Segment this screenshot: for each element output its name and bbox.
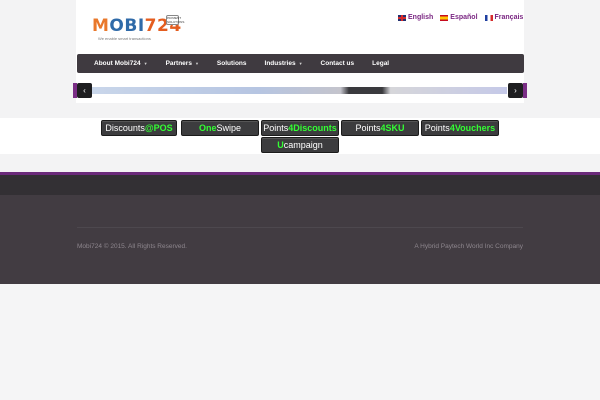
product-text-highlight: @ bbox=[144, 123, 154, 133]
nav-item-solutions[interactable]: Solutions bbox=[208, 60, 256, 67]
language-switcher: English Español Français bbox=[398, 14, 523, 21]
nav-item-legal[interactable]: Legal bbox=[363, 60, 398, 67]
nav-item-label: Legal bbox=[372, 60, 390, 67]
footer-company: A Hybrid Paytech World Inc Company bbox=[414, 243, 523, 250]
product-text-highlight: SKU bbox=[385, 123, 405, 133]
footer-copyright: Mobi724 © 2015. All Rights Reserved. bbox=[77, 243, 187, 250]
product-text: Points bbox=[424, 123, 450, 133]
product-points4vouchers[interactable]: Points4Vouchers bbox=[421, 120, 499, 136]
product-text: Swipe bbox=[216, 123, 242, 133]
nav-item-contact[interactable]: Contact us bbox=[312, 60, 364, 67]
product-text-highlight: Vouchers bbox=[454, 123, 496, 133]
chevron-down-icon: ▼ bbox=[298, 61, 303, 66]
language-spanish[interactable]: Español bbox=[440, 14, 478, 21]
product-text: Points bbox=[263, 123, 289, 133]
slider-next-button[interactable]: › bbox=[508, 83, 523, 98]
slider-prev-button[interactable]: ‹ bbox=[77, 83, 92, 98]
nav-item-label: Industries bbox=[264, 60, 296, 67]
logo-tagline: We enable smart transactions bbox=[98, 36, 151, 41]
nav-item-industries[interactable]: Industries ▼ bbox=[256, 60, 312, 67]
logo-badge: PAYMENT SOLUTIONS bbox=[166, 15, 185, 25]
footer-divider bbox=[77, 227, 523, 228]
language-label: Español bbox=[450, 14, 478, 21]
language-label: Français bbox=[494, 14, 524, 21]
footer bbox=[0, 195, 600, 284]
spain-flag-icon bbox=[440, 14, 449, 21]
product-ucampaign[interactable]: Ucampaign bbox=[261, 137, 339, 153]
slider-banner-image bbox=[91, 87, 507, 94]
nav-item-partners[interactable]: Partners ▼ bbox=[157, 60, 208, 67]
chevron-left-icon: ‹ bbox=[83, 86, 86, 95]
product-text: Points bbox=[355, 123, 381, 133]
uk-flag-icon bbox=[398, 14, 406, 21]
nav-item-label: Solutions bbox=[216, 60, 247, 67]
footer-top-band bbox=[0, 175, 600, 195]
product-text-highlight: One bbox=[198, 123, 217, 133]
mobi724-logo[interactable]: MOBI724 We enable smart transactions PAY… bbox=[90, 12, 185, 44]
slider-edge-right bbox=[523, 83, 527, 98]
chevron-down-icon: ▼ bbox=[194, 61, 199, 66]
nav-item-label: Contact us bbox=[320, 60, 355, 67]
product-text: Discounts bbox=[105, 123, 145, 133]
nav-item-label: About Mobi724 bbox=[94, 60, 141, 67]
main-navigation: About Mobi724 ▼ Partners ▼ Solutions Indus… bbox=[77, 54, 524, 73]
chevron-down-icon: ▼ bbox=[143, 61, 148, 66]
product-oneswipe[interactable]: OneSwipe bbox=[181, 120, 259, 136]
product-points4sku[interactable]: Points4SKU bbox=[341, 120, 419, 136]
nav-item-about[interactable]: About Mobi724 ▼ bbox=[85, 60, 157, 67]
language-label: English bbox=[408, 14, 434, 21]
language-english[interactable]: English bbox=[398, 14, 433, 21]
product-points4discounts[interactable]: Points4Discounts bbox=[261, 120, 339, 136]
france-flag-icon bbox=[484, 14, 493, 21]
product-text: campaign bbox=[283, 140, 323, 150]
product-discounts-pos[interactable]: Discounts@POS bbox=[101, 120, 177, 136]
language-french[interactable]: Français bbox=[484, 14, 524, 21]
product-text-highlight: Discounts bbox=[293, 123, 337, 133]
banner-slider: ‹ › bbox=[73, 83, 527, 98]
product-text-highlight: POS bbox=[153, 123, 173, 133]
nav-item-label: Partners bbox=[165, 60, 192, 67]
section-spacer bbox=[0, 154, 600, 172]
chevron-right-icon: › bbox=[514, 86, 517, 95]
